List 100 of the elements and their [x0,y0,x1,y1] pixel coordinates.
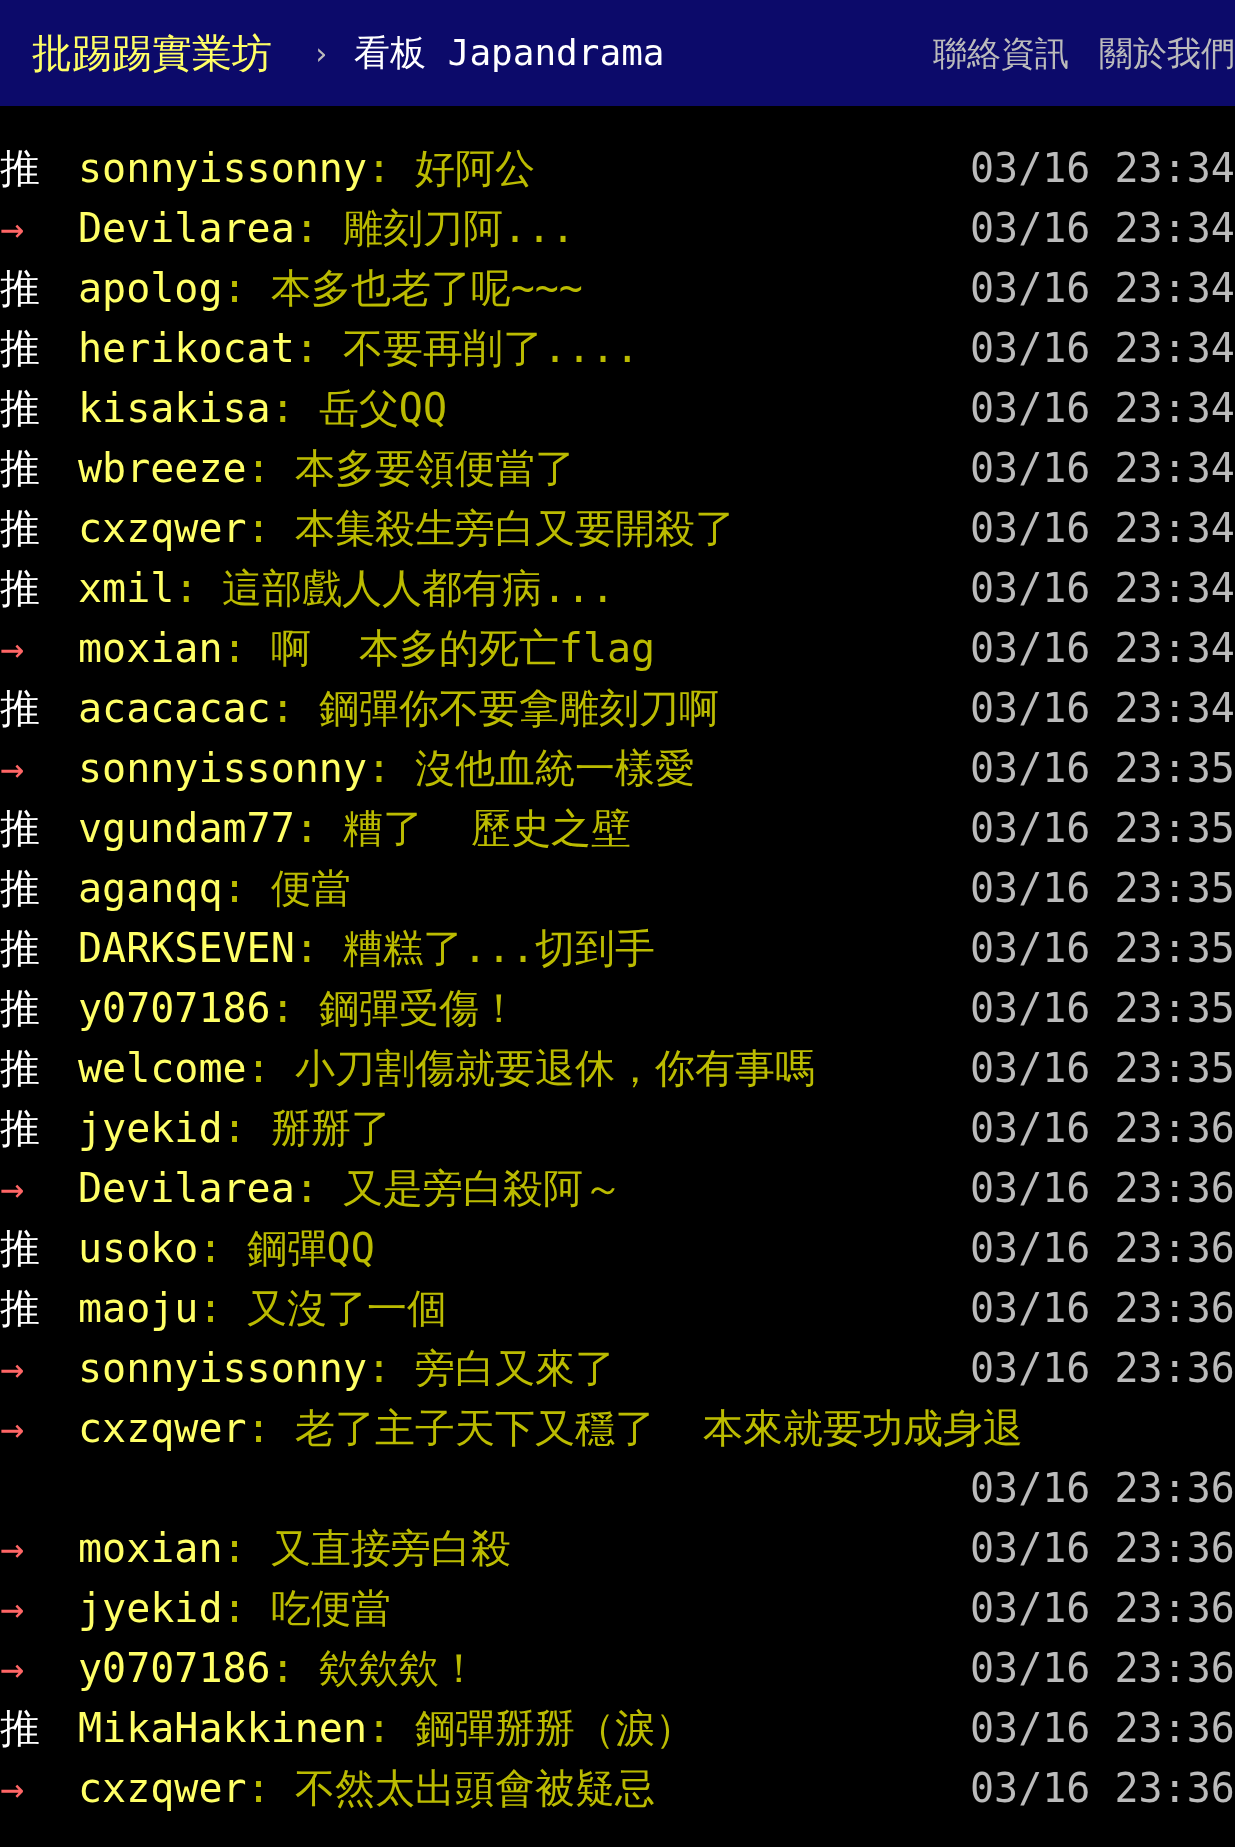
user-id: Devilarea [78,1164,295,1213]
comment-time: 03/16 23:36 [970,1104,1235,1153]
push-tag: → [0,1398,78,1458]
board-link[interactable]: 看板 Japandrama [354,26,665,80]
comment-text: : 旁白又來了 [367,1344,616,1393]
push-tag: → [0,198,78,258]
comment-time: 03/16 23:36 [970,1164,1235,1213]
user-id: moxian [78,1524,223,1573]
push-tag: 推 [0,678,78,738]
user-id: cxzqwer [78,1404,247,1453]
user-id: jyekid [78,1584,223,1633]
user-id: acacacac [78,684,271,733]
push-tag: → [0,1518,78,1578]
user-id: herikocat [78,324,295,373]
push-tag: 推 [0,1278,78,1338]
comment-text: : 岳父QQ [270,384,447,433]
comment-text: : 掰掰了 [222,1104,391,1153]
comment-time: 03/16 23:35 [970,804,1235,853]
comment-time: 03/16 23:34 [970,444,1235,493]
comment-time: 03/16 23:36 [970,1644,1235,1693]
comment-text: : 這部戲人人都有病... [174,564,615,613]
comment-text: : 沒他血統一樣愛 [367,744,696,793]
user-id: cxzqwer [78,1764,247,1813]
push-tag: → [0,1158,78,1218]
comment-text: : 糟了 歷史之壁 [294,804,632,853]
push-tag: 推 [0,1098,78,1158]
push-tag: 推 [0,258,78,318]
user-id: MikaHakkinen [78,1704,367,1753]
user-id: sonnyissonny [78,144,367,193]
comment-time: 03/16 23:36 [970,1524,1235,1573]
user-id: apolog [78,264,223,313]
comment-time: 03/16 23:34 [970,264,1235,313]
user-id: kisakisa [78,384,271,433]
user-id: xmil [78,564,175,613]
comment-text: : 便當 [222,864,351,913]
push-tag: → [0,738,78,798]
comment-time: 03/16 23:34 [970,324,1235,373]
comment-text: : 老了主子天下又穩了 本來就要功成身退 [246,1404,1023,1453]
push-tag: 推 [0,438,78,498]
user-id: welcome [78,1044,247,1093]
push-tag: 推 [0,318,78,378]
user-id: jyekid [78,1104,223,1153]
comment-text: : 本集殺生旁白又要開殺了 [246,504,735,553]
comment-time: 03/16 23:36 [970,1464,1235,1513]
nav-link[interactable]: 聯絡資訊 [933,27,1069,79]
push-tag: → [0,1758,78,1818]
comment-time: 03/16 23:34 [970,624,1235,673]
user-id: cxzqwer [78,504,247,553]
push-tag: 推 [0,558,78,618]
push-tag: → [0,1338,78,1398]
comment-time: 03/16 23:35 [970,1044,1235,1093]
site-title-link[interactable]: 批踢踢實業坊 [32,23,272,83]
comment-text: : 又是旁白殺阿～ [294,1164,623,1213]
comment-text: : 又直接旁白殺 [222,1524,511,1573]
comment-time: 03/16 23:34 [970,504,1235,553]
push-tag: 推 [0,978,78,1038]
user-id: maoju [78,1284,199,1333]
comment-time: 03/16 23:34 [970,564,1235,613]
push-tag: 推 [0,798,78,858]
comment-time: 03/16 23:36 [970,1704,1235,1753]
comment-text: : 本多要領便當了 [246,444,575,493]
push-tag: → [0,618,78,678]
comment-time: 03/16 23:35 [970,924,1235,973]
comment-time: 03/16 23:35 [970,984,1235,1033]
comment-time: 03/16 23:35 [970,864,1235,913]
comment-text: : 鋼彈你不要拿雕刻刀啊 [270,684,719,733]
comment-time: 03/16 23:36 [970,1764,1235,1813]
nav-link[interactable]: 關於我們 [1099,27,1235,79]
comment-time: 03/16 23:34 [970,144,1235,193]
user-id: vgundam77 [78,804,295,853]
comment-text: : 鋼彈掰掰（淚） [367,1704,696,1753]
user-id: aganqq [78,864,223,913]
user-id: y0707186 [78,984,271,1033]
user-id: moxian [78,624,223,673]
push-tag: 推 [0,1218,78,1278]
comment-text: : 糟糕了...切到手 [294,924,656,973]
comment-text: : 又沒了一個 [198,1284,447,1333]
push-tag: 推 [0,858,78,918]
comment-text: : 好阿公 [367,144,536,193]
user-id: y0707186 [78,1644,271,1693]
push-tag: 推 [0,1698,78,1758]
breadcrumb-separator: › [312,34,331,73]
push-tag: 推 [0,498,78,558]
comment-text: : 雕刻刀阿... [294,204,576,253]
push-tag: 推 [0,378,78,438]
comment-text: : 小刀割傷就要退休，你有事嗎 [246,1044,815,1093]
user-id: wbreeze [78,444,247,493]
user-id: sonnyissonny [78,744,367,793]
comment-text: : 鋼彈受傷！ [270,984,519,1033]
comment-time: 03/16 23:36 [970,1584,1235,1633]
push-tag: 推 [0,918,78,978]
comment-time: 03/16 23:36 [970,1224,1235,1273]
comment-time: 03/16 23:36 [970,1344,1235,1393]
comment-text: : 吃便當 [222,1584,391,1633]
comment-time: 03/16 23:35 [970,744,1235,793]
comment-text: : 本多也老了呢~~~ [222,264,583,313]
comment-time: 03/16 23:34 [970,204,1235,253]
push-tag: → [0,1638,78,1698]
user-id: Devilarea [78,204,295,253]
comment-text: : 不然太出頭會被疑忌 [246,1764,655,1813]
